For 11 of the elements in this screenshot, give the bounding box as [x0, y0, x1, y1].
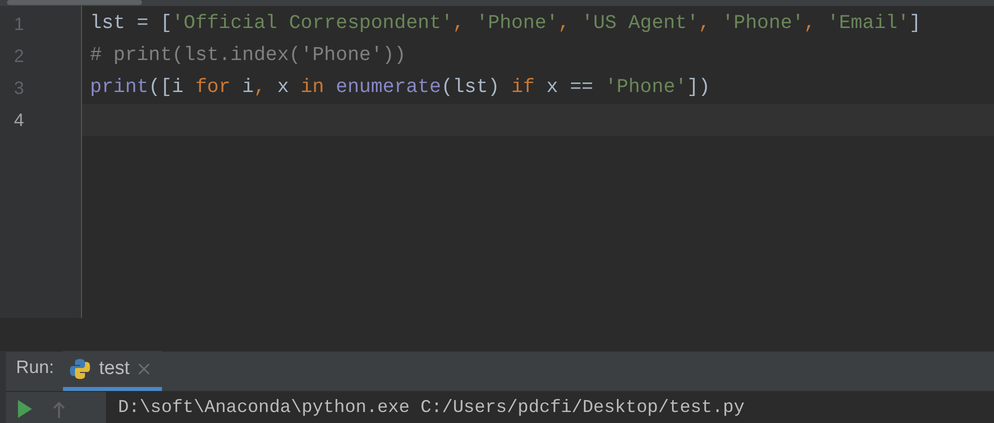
- run-icon[interactable]: [16, 398, 34, 418]
- code-line: print([i for i, x in enumerate(lst) if x == 'Phone']): [90, 75, 710, 100]
- panel-label: Run:: [15, 356, 56, 379]
- console-line: D:\soft\Anaconda\python.exe C:/Users/pdcfi/Desktop/test.py: [118, 397, 745, 420]
- python-logo-icon: [69, 358, 91, 380]
- code-line: # print(lst.index('Phone')): [90, 43, 406, 68]
- code-line: lst = ['Official Correspondent', 'Phone', 'US Agent', 'Phone', 'Email']: [90, 11, 921, 36]
- scrollbar-thumb[interactable]: [7, 0, 142, 5]
- close-icon[interactable]: [138, 363, 150, 375]
- line-number: 4: [14, 108, 24, 132]
- run-tab[interactable]: test: [63, 351, 162, 391]
